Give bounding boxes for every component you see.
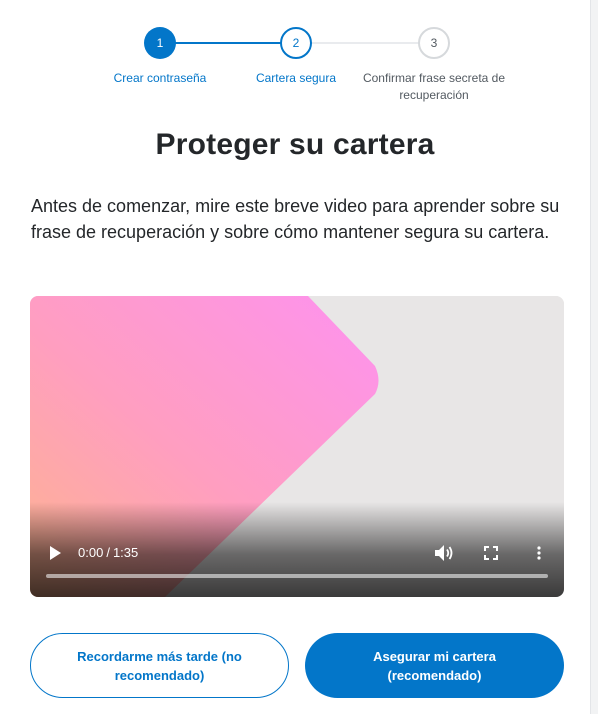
fullscreen-icon[interactable]	[480, 542, 502, 564]
video-player[interactable]: 0:00/1:35	[30, 296, 564, 597]
secure-wallet-button[interactable]: Asegurar mi cartera (recomendado)	[305, 633, 564, 698]
time-separator: /	[106, 545, 110, 560]
more-options-icon[interactable]	[528, 542, 550, 564]
step-1-circle: 1	[144, 27, 176, 59]
intro-text: Antes de comenzar, mire este breve video…	[31, 196, 560, 242]
stepper-line-pending	[296, 42, 434, 44]
step-3-label: Confirmar frase secreta de recuperación	[362, 71, 506, 102]
video-time-display: 0:00/1:35	[78, 545, 138, 560]
step-2-label: Cartera segura	[255, 71, 337, 85]
volume-icon[interactable]	[432, 542, 456, 564]
duration: 1:35	[112, 545, 139, 560]
video-controls: 0:00/1:35	[30, 537, 564, 597]
video-progress-bar[interactable]	[46, 574, 548, 578]
page-title: Proteger su cartera	[155, 128, 435, 161]
remind-later-button[interactable]: Recordarme más tarde (no recomendado)	[30, 633, 289, 698]
step-2-circle: 2	[280, 27, 312, 59]
play-icon[interactable]	[44, 542, 66, 564]
stepper-line-complete	[160, 42, 296, 44]
current-time: 0:00	[78, 545, 104, 560]
window-edge	[590, 0, 598, 714]
step-1-label: Crear contraseña	[113, 71, 207, 85]
step-3-circle: 3	[418, 27, 450, 59]
progress-stepper: 1 2 3 Crear contraseña Cartera segura Co…	[0, 27, 590, 107]
onboarding-card: 1 2 3 Crear contraseña Cartera segura Co…	[0, 0, 590, 714]
